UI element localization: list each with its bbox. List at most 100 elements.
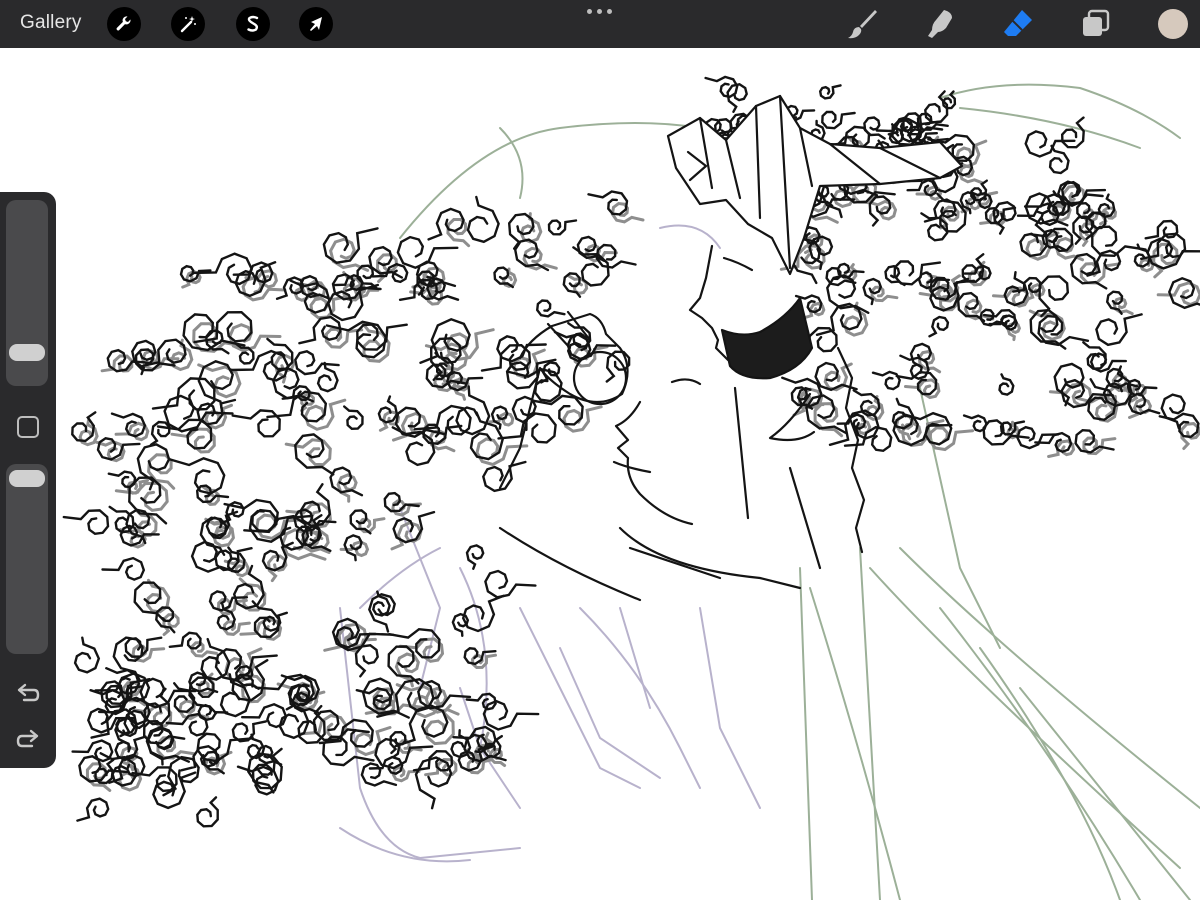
dot-icon — [607, 9, 612, 14]
hair-curl-stroke — [343, 405, 364, 431]
green-sketch-stroke — [399, 122, 701, 239]
more-options-handle[interactable] — [585, 6, 615, 18]
modify-button[interactable] — [17, 416, 39, 438]
green-sketch-stroke — [799, 567, 813, 900]
redo-icon — [16, 729, 39, 748]
layers-icon — [1083, 9, 1110, 36]
dot-icon — [587, 9, 592, 14]
hair-curl-stroke — [96, 437, 141, 461]
hair-curl-stroke — [1060, 116, 1085, 149]
green-sketch-stroke — [919, 387, 1001, 649]
hair-curl-stroke — [149, 420, 171, 447]
arrow-cursor-icon — [310, 17, 322, 31]
hair-curl-stroke — [168, 457, 226, 495]
hair-curl-stroke — [343, 534, 363, 562]
green-sketch-stroke — [869, 567, 1181, 869]
hair-ink-layer — [62, 75, 1200, 828]
layers-tool[interactable] — [1078, 6, 1114, 42]
hair-curl-stroke — [1105, 290, 1124, 315]
hair-curl-stroke — [168, 631, 202, 650]
hair-curl-stroke — [329, 466, 364, 497]
hair-curl-stroke — [354, 644, 379, 678]
hair-curl-stroke — [805, 394, 849, 435]
hair-curl-stroke — [368, 593, 396, 633]
green-sketch-stroke — [859, 547, 881, 900]
brush-opacity-slider[interactable] — [6, 464, 48, 654]
left-sidebar — [0, 192, 56, 768]
drawing-canvas[interactable] — [0, 48, 1200, 900]
top-toolbar: Gallery — [0, 0, 1200, 48]
hair-curl-stroke — [191, 252, 253, 286]
artwork — [62, 75, 1200, 900]
hair-curl-stroke — [396, 235, 459, 269]
transform-button[interactable] — [299, 7, 333, 41]
hair-curl-stroke — [982, 419, 1030, 446]
green-sketch-stroke — [809, 587, 901, 900]
hair-curl-stroke — [821, 110, 856, 130]
hair-curl-stroke — [843, 425, 893, 453]
smudge-tool[interactable] — [922, 6, 958, 42]
lavender-sketch-stroke — [699, 607, 761, 809]
second-figure-face — [614, 400, 694, 526]
lavender-sketch-stroke — [339, 827, 471, 863]
brush-size-slider[interactable] — [6, 200, 48, 386]
redo-button[interactable] — [14, 728, 42, 752]
wrench-icon — [116, 16, 131, 31]
hair-curl-stroke — [200, 637, 231, 681]
hair-curl-stroke — [1069, 252, 1108, 290]
brush-opacity-thumb[interactable] — [9, 470, 45, 487]
actions-button[interactable] — [107, 7, 141, 41]
hair-curl-stroke — [535, 299, 566, 318]
selection-button[interactable] — [236, 7, 270, 41]
apple — [572, 350, 628, 406]
hair-curl-stroke — [863, 116, 886, 140]
green-sketch-stroke — [1019, 687, 1191, 900]
hair-curl-stroke — [998, 373, 1015, 396]
hair-curl-stroke — [871, 370, 901, 391]
hair-curl-stroke — [419, 318, 471, 364]
lavender-sketch-stroke — [519, 607, 641, 789]
hair-curl-stroke — [231, 409, 281, 438]
hair-curl-stroke — [547, 219, 578, 236]
hair-curl-stroke — [101, 556, 146, 581]
hair-curl-stroke — [228, 323, 282, 353]
hair-curl-stroke — [71, 739, 114, 763]
magic-wand-icon — [180, 16, 196, 33]
hair-curl-stroke — [465, 692, 497, 711]
brush-tool[interactable] — [844, 6, 880, 42]
gallery-button[interactable]: Gallery — [20, 12, 82, 34]
undo-button[interactable] — [14, 682, 42, 706]
hair-curl-stroke — [284, 438, 332, 467]
undo-icon — [17, 683, 40, 702]
braid — [836, 346, 866, 554]
tall-figure-eye — [722, 256, 754, 272]
color-picker-button[interactable] — [1158, 9, 1188, 39]
hair-curl-stroke — [928, 315, 950, 338]
hair-curl-stroke — [451, 612, 470, 637]
brush-size-thumb[interactable] — [9, 344, 45, 362]
hair-curl-stroke — [465, 544, 485, 570]
tall-figure-profile — [688, 244, 730, 362]
adjustments-button[interactable] — [171, 7, 205, 41]
hair-curl-stroke — [1095, 313, 1143, 347]
green-sketch-stroke — [939, 83, 1181, 139]
hair-curl-stroke — [484, 569, 537, 599]
hair-curl-stroke — [325, 320, 387, 359]
hair-curl-stroke — [1048, 144, 1070, 175]
brush-icon — [848, 10, 877, 39]
hair-curl-stroke — [1127, 392, 1161, 416]
hair-curl-stroke — [461, 594, 505, 633]
hair-curl-stroke — [196, 796, 219, 828]
hair-curl-stroke — [1112, 296, 1134, 316]
lavender-sketch-stroke — [579, 607, 701, 789]
eraser-tool[interactable] — [1000, 6, 1036, 42]
lavender-sketch-stroke — [559, 647, 661, 779]
selection-s-icon — [247, 15, 259, 32]
hair-curl-stroke — [482, 460, 527, 493]
hair-curl-stroke — [496, 335, 547, 363]
procreate-app: Gallery — [0, 0, 1200, 900]
hair-curl-stroke — [231, 720, 268, 743]
green-sketch-stroke — [939, 607, 1141, 900]
hair-curl-stroke — [336, 473, 358, 503]
smudge-icon — [928, 10, 952, 38]
